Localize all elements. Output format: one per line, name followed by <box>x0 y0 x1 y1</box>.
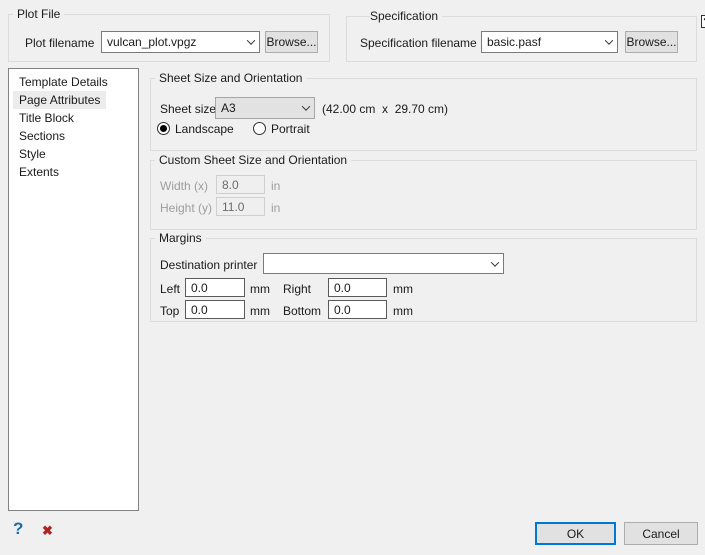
width-input[interactable] <box>216 175 265 194</box>
plot-file-group-title: Plot File <box>13 7 64 21</box>
margin-top-unit: mm <box>250 304 270 318</box>
margin-right-label: Right <box>283 282 311 296</box>
margin-top-input[interactable] <box>185 300 245 319</box>
plot-filename-value: vulcan_plot.vpgz <box>102 35 242 49</box>
nav-list[interactable]: Template DetailsPage AttributesTitle Blo… <box>8 68 139 511</box>
sheet-size-group-title: Sheet Size and Orientation <box>155 71 306 85</box>
margin-left-unit: mm <box>250 282 270 296</box>
plot-filename-combobox[interactable]: vulcan_plot.vpgz <box>101 31 260 53</box>
chevron-down-icon[interactable] <box>242 32 259 52</box>
nav-item-template-details[interactable]: Template Details <box>13 73 114 91</box>
width-label: Width (x) <box>160 179 208 193</box>
custom-sheet-group: Custom Sheet Size and Orientation <box>150 160 697 230</box>
help-icon[interactable]: ? <box>13 519 23 539</box>
specification-checkbox[interactable] <box>701 15 705 28</box>
landscape-radio-label[interactable]: Landscape <box>175 122 234 136</box>
margin-right-input[interactable] <box>328 278 387 297</box>
radio-dot-icon <box>160 125 167 132</box>
specification-filename-combobox[interactable]: basic.pasf <box>481 31 618 53</box>
sheet-size-dropdown[interactable]: A3 <box>215 97 315 119</box>
sheet-size-label: Sheet size <box>160 102 216 116</box>
chevron-down-icon[interactable] <box>600 32 617 52</box>
nav-item-style[interactable]: Style <box>13 145 52 163</box>
landscape-radio[interactable] <box>157 122 170 135</box>
margin-top-label: Top <box>160 304 179 318</box>
portrait-radio[interactable] <box>253 122 266 135</box>
sheet-size-value: A3 <box>216 101 297 115</box>
ok-button[interactable]: OK <box>535 522 616 545</box>
sheet-dimensions-text: (42.00 cm x 29.70 cm) <box>322 102 448 116</box>
height-unit-label: in <box>271 201 280 215</box>
specification-browse-button[interactable]: Browse... <box>625 31 678 53</box>
chevron-down-icon[interactable] <box>297 98 314 118</box>
margin-bottom-unit: mm <box>393 304 413 318</box>
margin-left-label: Left <box>160 282 180 296</box>
custom-sheet-group-title: Custom Sheet Size and Orientation <box>155 153 351 167</box>
width-unit-label: in <box>271 179 280 193</box>
portrait-radio-label[interactable]: Portrait <box>271 122 310 136</box>
nav-item-sections[interactable]: Sections <box>13 127 71 145</box>
destination-printer-label: Destination printer <box>160 258 257 272</box>
nav-item-title-block[interactable]: Title Block <box>13 109 80 127</box>
margin-left-input[interactable] <box>185 278 245 297</box>
specification-filename-value: basic.pasf <box>482 35 600 49</box>
destination-printer-combobox[interactable] <box>263 253 504 274</box>
height-label: Height (y) <box>160 201 212 215</box>
plot-filename-label: Plot filename <box>25 36 94 50</box>
margin-bottom-label: Bottom <box>283 304 321 318</box>
plot-browse-button[interactable]: Browse... <box>265 31 318 53</box>
nav-item-page-attributes[interactable]: Page Attributes <box>13 91 106 109</box>
margin-bottom-input[interactable] <box>328 300 387 319</box>
height-input[interactable] <box>216 197 265 216</box>
close-icon[interactable]: ✖ <box>42 523 53 539</box>
margin-right-unit: mm <box>393 282 413 296</box>
specification-checkbox-label[interactable]: Specification <box>370 9 442 23</box>
chevron-down-icon[interactable] <box>486 254 503 273</box>
specification-filename-label: Specification filename <box>360 36 477 50</box>
cancel-button[interactable]: Cancel <box>624 522 698 545</box>
nav-item-extents[interactable]: Extents <box>13 163 65 181</box>
margins-group-title: Margins <box>155 231 206 245</box>
